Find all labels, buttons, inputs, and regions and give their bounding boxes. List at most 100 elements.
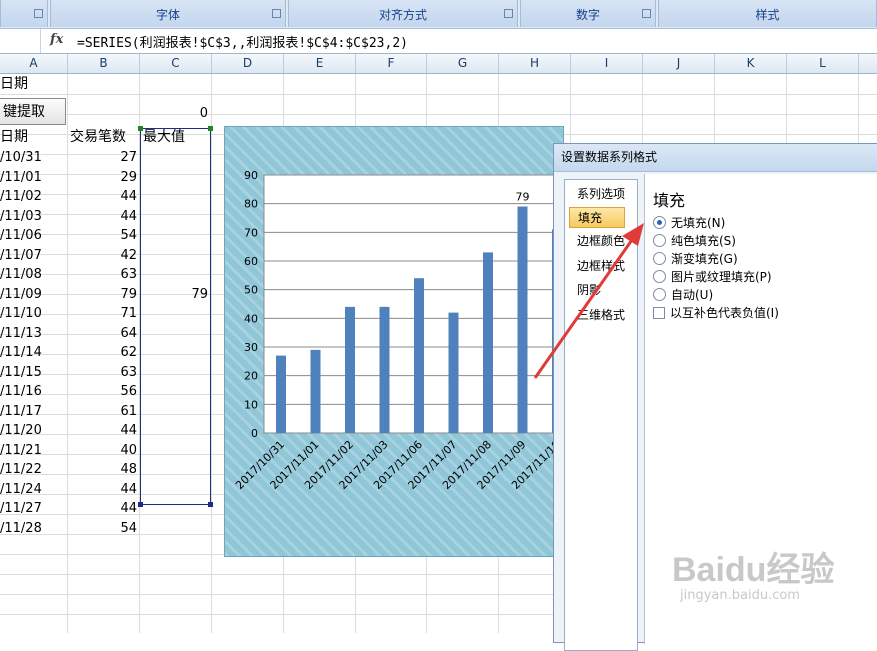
selection-range: [138, 126, 213, 507]
name-box[interactable]: [0, 29, 41, 53]
nav-series-options[interactable]: 系列选项: [569, 184, 633, 205]
cell-date: /11/06: [0, 228, 42, 243]
option-label: 以互补色代表负值(I): [670, 306, 779, 320]
cell-count: 44: [120, 423, 137, 438]
insert-function-icon[interactable]: fx: [50, 32, 63, 47]
resize-handle[interactable]: [138, 126, 143, 131]
checkbox-icon[interactable]: [653, 307, 665, 319]
cell-date: /10/31: [0, 150, 42, 165]
cell-date: /11/17: [0, 404, 42, 419]
radio-icon[interactable]: [653, 252, 666, 265]
watermark-logo: Baidu经验: [672, 551, 835, 589]
dialog-title[interactable]: 设置数据系列格式: [554, 144, 877, 172]
resize-handle[interactable]: [208, 126, 213, 131]
cell-count: 42: [120, 248, 137, 263]
option-automatic[interactable]: 自动(U): [653, 286, 713, 304]
dialog-nav: 系列选项 填充 边框颜色 边框样式 阴影 三维格式: [564, 179, 638, 651]
cell-date: /11/03: [0, 209, 42, 224]
chart-svg: 01020304050607080902017/10/312017/11/012…: [233, 169, 563, 492]
radio-icon[interactable]: [653, 288, 666, 301]
dialog-launcher-icon[interactable]: [272, 9, 281, 18]
bar: [483, 252, 493, 433]
column-chart[interactable]: 0 10 20 30 40 50 60 70 80 90 2017/10/31 2017/11/01 2…: [224, 126, 564, 557]
y-tick-label: 0: [251, 427, 258, 440]
cell-count: 63: [120, 267, 137, 282]
nav-fill[interactable]: 填充: [569, 207, 625, 228]
resize-handle[interactable]: [138, 502, 143, 507]
option-label: 纯色填充(S): [671, 234, 736, 248]
ribbon-group-styles[interactable]: 样式: [658, 0, 877, 27]
ribbon-group-font[interactable]: 字体: [50, 0, 286, 27]
radio-icon[interactable]: [653, 216, 666, 229]
bar: [276, 355, 286, 433]
cell-count: 44: [120, 501, 137, 516]
cell-date: /11/13: [0, 326, 42, 341]
y-tick-label: 50: [244, 284, 258, 297]
cell-date: /11/24: [0, 482, 42, 497]
option-gradient-fill[interactable]: 渐变填充(G): [653, 250, 738, 268]
nav-border-style[interactable]: 边框样式: [569, 256, 633, 277]
resize-handle[interactable]: [208, 502, 213, 507]
formula-bar: fx =SERIES(利润报表!$C$3,,利润报表!$C$4:$C$23,2): [0, 29, 877, 54]
column-header-i[interactable]: I: [571, 54, 643, 73]
ribbon: 字体 对齐方式 数字 样式: [0, 0, 877, 29]
ribbon-group-number-label: 数字: [575, 8, 600, 22]
column-header-a[interactable]: A: [0, 54, 68, 73]
cell-date: /11/14: [0, 345, 42, 360]
data-label: 79: [516, 191, 530, 204]
invert-if-negative[interactable]: 以互补色代表负值(I): [653, 304, 779, 322]
y-tick-label: 70: [244, 226, 258, 239]
radio-icon[interactable]: [653, 234, 666, 247]
option-no-fill[interactable]: 无填充(N): [653, 214, 725, 232]
watermark-url: jingyan.baidu.com: [680, 588, 800, 603]
cell-date: /11/07: [0, 248, 42, 263]
cell-date: /11/09: [0, 287, 42, 302]
column-header-j[interactable]: J: [643, 54, 715, 73]
radio-icon[interactable]: [653, 270, 666, 283]
dialog-launcher-icon[interactable]: [504, 9, 513, 18]
formula-input[interactable]: =SERIES(利润报表!$C$3,,利润报表!$C$4:$C$23,2): [77, 32, 408, 51]
nav-3d-format[interactable]: 三维格式: [569, 305, 633, 326]
nav-shadow[interactable]: 阴影: [569, 280, 633, 301]
dialog-launcher-icon[interactable]: [642, 9, 651, 18]
option-label: 无填充(N): [671, 216, 726, 230]
cell-count: 64: [120, 326, 137, 341]
column-header-e[interactable]: E: [284, 54, 356, 73]
header-count: 交易笔数: [70, 129, 126, 145]
extract-button[interactable]: 键提取: [0, 98, 66, 125]
fill-section-title: 填充: [653, 191, 686, 210]
column-header-f[interactable]: F: [356, 54, 427, 73]
option-picture-fill[interactable]: 图片或纹理填充(P): [653, 268, 772, 286]
cell-count: 27: [120, 150, 137, 165]
option-solid-fill[interactable]: 纯色填充(S): [653, 232, 736, 250]
column-header-d[interactable]: D: [212, 54, 284, 73]
column-headers: A B C D E F G H I J K L: [0, 54, 877, 74]
ribbon-group-clipboard[interactable]: [0, 0, 48, 27]
header-date: 日期: [0, 129, 28, 145]
nav-border-color[interactable]: 边框颜色: [569, 231, 633, 252]
option-label: 图片或纹理填充(P): [671, 270, 772, 284]
cell-count: 44: [120, 209, 137, 224]
column-header-h[interactable]: H: [499, 54, 571, 73]
column-header-l[interactable]: L: [787, 54, 859, 73]
cell-date: /11/28: [0, 521, 42, 536]
y-tick-label: 20: [244, 370, 258, 383]
cell-count: 29: [120, 170, 137, 185]
ribbon-group-alignment-label: 对齐方式: [378, 8, 427, 22]
bar: [517, 206, 528, 433]
cell-date: /11/22: [0, 462, 42, 477]
cell-count: 48: [120, 462, 137, 477]
ribbon-group-alignment[interactable]: 对齐方式: [288, 0, 518, 27]
cell-count: 79: [120, 287, 137, 302]
cell-date: /11/27: [0, 501, 42, 516]
column-header-c[interactable]: C: [140, 54, 212, 73]
column-header-g[interactable]: G: [427, 54, 499, 73]
cell-count: 61: [120, 404, 137, 419]
cell-date: /11/10: [0, 306, 42, 321]
column-header-b[interactable]: B: [68, 54, 140, 73]
cell-c2: 0: [199, 106, 208, 121]
ribbon-group-number[interactable]: 数字: [520, 0, 656, 27]
dialog-launcher-icon[interactable]: [34, 9, 43, 18]
column-header-k[interactable]: K: [715, 54, 787, 73]
y-tick-label: 30: [244, 341, 258, 354]
